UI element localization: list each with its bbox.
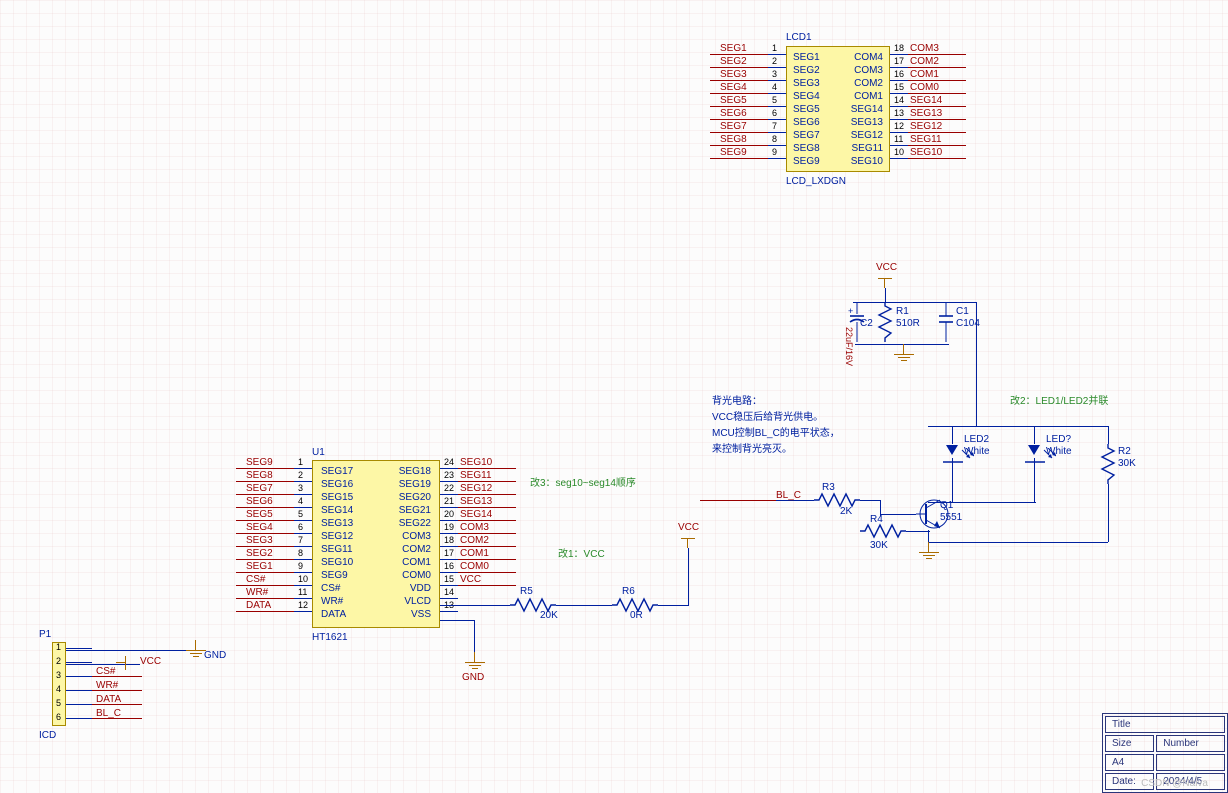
net-SEG9: SEG9 [246, 457, 292, 468]
net-SEG11: SEG11 [910, 134, 956, 145]
tb-title-hdr: Title [1105, 716, 1225, 733]
u1-model: HT1621 [312, 632, 348, 643]
net-SEG1: SEG1 [720, 43, 766, 54]
bl-note2: VCC稳压后给背光供电。 [712, 408, 823, 423]
tb-size: A4 [1105, 754, 1154, 771]
svg-text:+: + [848, 306, 853, 316]
r3-val: 2K [840, 506, 852, 517]
note-mod1: 改1：VCC [558, 545, 605, 560]
led2 [946, 445, 958, 455]
net-COM3: COM3 [460, 522, 506, 533]
net-SEG7: SEG7 [246, 483, 292, 494]
bl-note4: 来控制背光亮灭。 [712, 440, 792, 455]
blc-net: BL_C [776, 490, 801, 501]
p1-model: ICD [39, 730, 56, 741]
bl-note3: MCU控制BL_C的电平状态， [712, 424, 840, 439]
r1-ref: R1 [896, 306, 909, 317]
net-SEG9: SEG9 [720, 147, 766, 158]
lcd1-body: SEG1SEG2SEG3SEG4SEG5SEG6SEG7SEG8SEG9 COM… [786, 46, 890, 172]
r4 [860, 524, 906, 541]
net-SEG10: SEG10 [910, 147, 956, 158]
net-SEG10: SEG10 [460, 457, 506, 468]
gnd-u1-lbl: GND [462, 672, 484, 683]
net-COM0: COM0 [910, 82, 956, 93]
net-COM2: COM2 [460, 535, 506, 546]
net-SEG14: SEG14 [910, 95, 956, 106]
r6-ref: R6 [622, 586, 635, 597]
net-SEG4: SEG4 [720, 82, 766, 93]
r4-ref: R4 [870, 514, 883, 525]
tb-size-hdr: Size [1105, 735, 1154, 752]
net-DATA: DATA [246, 600, 292, 611]
led1-ref: LED? [1046, 434, 1071, 445]
watermark: CSDN @Naiva [1141, 778, 1208, 789]
note-mod3: 改3：seg10~seg14顺序 [530, 474, 636, 489]
r1-val: 510R [896, 318, 920, 329]
r2-val: 30K [1118, 458, 1136, 469]
net-SEG5: SEG5 [246, 509, 292, 520]
net-SEG1: SEG1 [246, 561, 292, 572]
r6-val: 0R [630, 610, 643, 621]
net-SEG8: SEG8 [720, 134, 766, 145]
net-SEG2: SEG2 [246, 548, 292, 559]
net-SEG6: SEG6 [720, 108, 766, 119]
c1-ref: C1 [956, 306, 969, 317]
net-SEG4: SEG4 [246, 522, 292, 533]
net-COM2: COM2 [910, 56, 956, 67]
net-SEG13: SEG13 [910, 108, 956, 119]
vcc-r6-label: VCC [678, 522, 699, 533]
net-SEG8: SEG8 [246, 470, 292, 481]
r3-ref: R3 [822, 482, 835, 493]
led1 [1028, 445, 1040, 455]
net-COM3: COM3 [910, 43, 956, 54]
r4-val: 30K [870, 540, 888, 551]
net-SEG2: SEG2 [720, 56, 766, 67]
net-SEG6: SEG6 [246, 496, 292, 507]
net-SEG3: SEG3 [246, 535, 292, 546]
q1-val: 5551 [940, 512, 962, 523]
net-WR#: WR# [246, 587, 292, 598]
net-CS#: CS# [246, 574, 292, 585]
net-SEG3: SEG3 [720, 69, 766, 80]
vcc-bl-lbl: VCC [876, 262, 897, 273]
r3 [814, 493, 860, 510]
net-SEG12: SEG12 [910, 121, 956, 132]
r2-ref: R2 [1118, 446, 1131, 457]
p1-ref: P1 [39, 629, 51, 640]
net-SEG14: SEG14 [460, 509, 506, 520]
r5-ref: R5 [520, 586, 533, 597]
net-SEG7: SEG7 [720, 121, 766, 132]
c2-ref: C2 [860, 318, 873, 329]
net-SEG11: SEG11 [460, 470, 506, 481]
bl-mod2: 改2：LED1/LED2并联 [1010, 392, 1108, 407]
vcc-p1-lbl: VCC [140, 656, 161, 667]
net-COM1: COM1 [460, 548, 506, 559]
tb-number-hdr: Number [1156, 735, 1225, 752]
r5-val: 20K [540, 610, 558, 621]
net-VCC: VCC [460, 574, 506, 585]
lcd1-ref: LCD1 [786, 32, 812, 43]
net-SEG5: SEG5 [720, 95, 766, 106]
bl-note1: 背光电路： [712, 392, 762, 407]
led2-ref: LED2 [964, 434, 989, 445]
gnd-p1-lbl: GND [204, 650, 226, 661]
net-COM0: COM0 [460, 561, 506, 572]
net-SEG12: SEG12 [460, 483, 506, 494]
c1 [937, 302, 955, 349]
c2-val: 22uF/16V [844, 327, 854, 366]
q1-ref: Q1 [940, 500, 953, 511]
r1 [875, 302, 892, 342]
net-SEG13: SEG13 [460, 496, 506, 507]
net-COM1: COM1 [910, 69, 956, 80]
u1-body: SEG17SEG16SEG15SEG14SEG13SEG12SEG11SEG10… [312, 460, 440, 628]
u1-ref: U1 [312, 447, 325, 458]
r2 [1098, 444, 1115, 484]
lcd1-model: LCD_LXDGN [786, 176, 846, 187]
